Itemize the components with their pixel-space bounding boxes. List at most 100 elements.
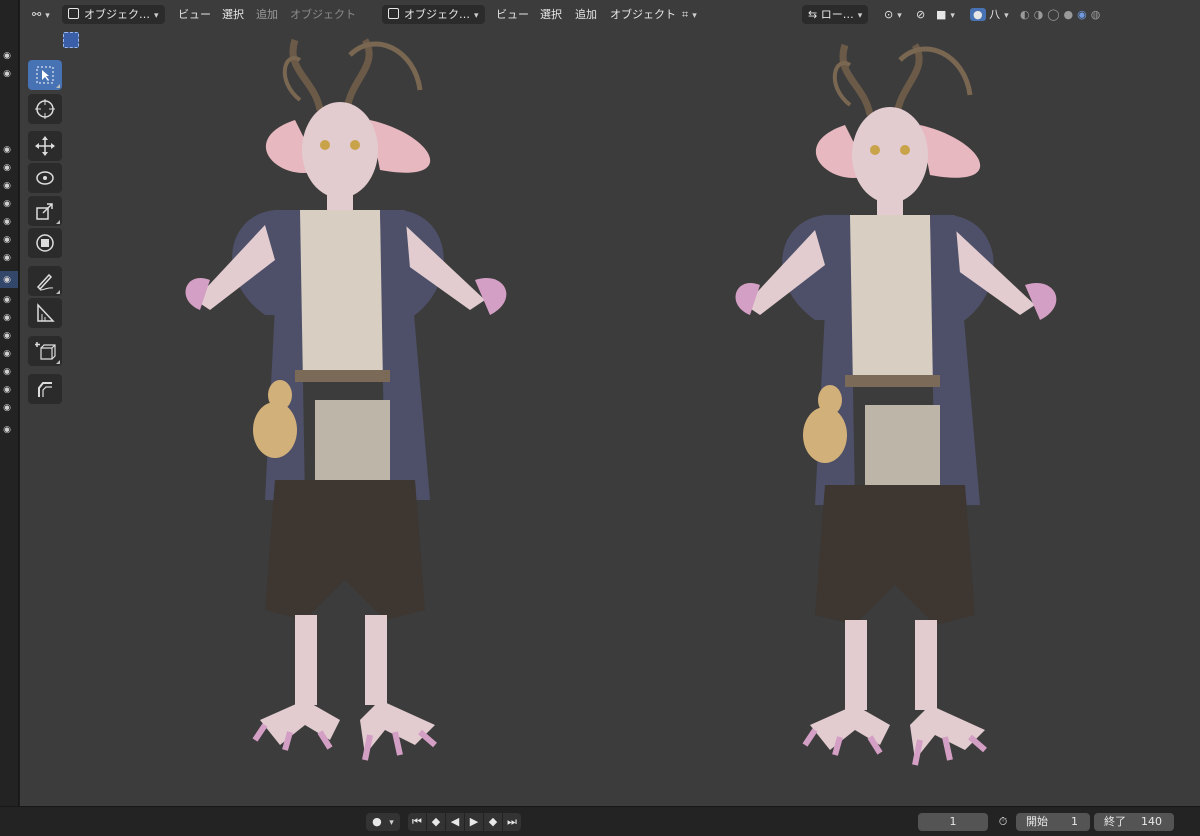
prev-keyframe-button[interactable]: ◆: [427, 813, 445, 831]
outliner-strip: ◉ ◉ ◉ ◉ ◉ ◉ ◉ ◉ ◉ ◉ ◉ ◉ ◉ ◉ ◉ ◉ ◉ ◉: [0, 0, 19, 835]
character-model-right[interactable]: [665, 25, 1095, 795]
tool-edit-bevel[interactable]: [28, 374, 62, 404]
orientation-label: ロー…: [820, 8, 854, 21]
annotate-icon: [36, 273, 54, 291]
visibility-eye-icon[interactable]: ◉: [1, 200, 13, 209]
select-mode-icon[interactable]: [63, 32, 79, 48]
visibility-eye-icon[interactable]: ◉: [1, 386, 13, 395]
rotate-icon: [36, 171, 54, 185]
bevel-icon: [38, 382, 52, 397]
end-frame-field[interactable]: 終了 140: [1094, 813, 1174, 831]
jump-start-icon: ⏮: [412, 815, 422, 828]
second-menu-object[interactable]: オブジェクト: [610, 5, 676, 24]
play-reverse-icon: ◀: [450, 815, 460, 828]
shading-dropdown[interactable]: ● 八 ▾: [970, 5, 1009, 24]
tool-annotate[interactable]: [28, 266, 62, 296]
orientation-icon: ⇆: [808, 8, 818, 21]
shading-label: 八: [989, 8, 1001, 21]
tool-select-box[interactable]: [28, 60, 62, 90]
visibility-eye-icon[interactable]: ◉: [1, 314, 13, 323]
shading-icon: ●: [970, 8, 986, 21]
play-reverse-button[interactable]: ◀: [446, 813, 464, 831]
start-frame-field[interactable]: 開始 1: [1016, 813, 1090, 831]
gizmo-toggle[interactable]: ⌗ ▾: [682, 5, 697, 24]
snap-toggle[interactable]: ⊘: [916, 5, 925, 24]
chevron-down-icon: ▾: [897, 11, 902, 21]
chevron-down-icon: ▾: [1004, 11, 1009, 21]
keying-dropdown[interactable]: ● ▾: [366, 813, 400, 831]
end-value: 140: [1141, 815, 1162, 828]
gizmo-icon: ⌗: [682, 8, 689, 21]
tool-measure[interactable]: [28, 298, 62, 328]
visibility-eye-icon[interactable]: ◉: [1, 426, 13, 435]
object-mode-icon: [68, 8, 79, 19]
3d-viewport[interactable]: ⚯ ▾ オブジェク… ▾ ビュー 選択 追加 オブジェクト オブジェク… ▾ ビュー …: [20, 0, 1200, 806]
chevron-down-icon: ▾: [857, 11, 863, 21]
visibility-eye-icon[interactable]: ◉: [1, 218, 13, 227]
next-keyframe-button[interactable]: ◆: [484, 813, 502, 831]
visibility-eye-icon[interactable]: ◉: [1, 276, 13, 285]
stopwatch-icon[interactable]: ⏱: [992, 813, 1014, 831]
orientation-dropdown[interactable]: ⇆ ロー… ▾: [802, 5, 869, 24]
prev-keyframe-icon: ◆: [431, 815, 441, 828]
overlay-icon: ◐: [1020, 8, 1034, 21]
visibility-eye-icon[interactable]: ◉: [1, 146, 13, 155]
select-box-icon: [36, 66, 54, 84]
add-cube-icon: [35, 342, 56, 360]
proportional-edit-dropdown[interactable]: ■ ▾: [936, 5, 955, 24]
visibility-eye-icon[interactable]: ◉: [1, 404, 13, 413]
timeline-bar: ● ▾ ⏮ ◆ ◀ ▶ ◆ ⏭ 1 ⏱ 開始 1 終了 140: [0, 806, 1200, 836]
tool-scale[interactable]: [28, 196, 62, 226]
chevron-down-icon: ▾: [45, 11, 50, 21]
measure-icon: [37, 303, 55, 322]
visibility-eye-icon[interactable]: ◉: [1, 52, 13, 61]
xray-icon: ◑: [1033, 8, 1048, 21]
character-model-left[interactable]: [115, 20, 545, 790]
editor-type-icon: ⚯: [32, 8, 42, 21]
jump-start-button[interactable]: ⏮: [408, 813, 426, 831]
visibility-eye-icon[interactable]: ◉: [1, 254, 13, 263]
chevron-down-icon: ▾: [692, 11, 697, 21]
chevron-down-icon: ▾: [950, 11, 955, 21]
second-menu-add[interactable]: 追加: [575, 5, 597, 24]
jump-end-button[interactable]: ⏭: [503, 813, 521, 831]
cursor-icon: [35, 99, 55, 119]
current-frame-value: 1: [949, 815, 957, 828]
object-mode-icon: [388, 8, 399, 19]
visibility-eye-icon[interactable]: ◉: [1, 350, 13, 359]
visibility-eye-icon[interactable]: ◉: [1, 70, 13, 79]
tool-move[interactable]: [28, 131, 62, 161]
editor-type-button[interactable]: ⚯ ▾: [32, 5, 50, 24]
tool-rotate[interactable]: [28, 163, 62, 193]
visibility-eye-icon[interactable]: ◉: [1, 368, 13, 377]
overlay-toggles[interactable]: ◐◑◯●◉◍: [1020, 5, 1104, 24]
visibility-eye-icon[interactable]: ◉: [1, 164, 13, 173]
visibility-eye-icon[interactable]: ◉: [1, 182, 13, 191]
start-value: 1: [1071, 815, 1078, 828]
jump-end-icon: ⏭: [507, 815, 517, 828]
visibility-eye-icon[interactable]: ◉: [1, 236, 13, 245]
pivot-icon: ⊙: [884, 8, 894, 21]
end-label: 終了: [1104, 815, 1126, 828]
tool-cursor[interactable]: [28, 94, 62, 124]
move-icon: [35, 136, 55, 156]
next-keyframe-icon: ◆: [488, 815, 498, 828]
tool-transform[interactable]: [28, 228, 62, 258]
current-frame-field[interactable]: 1: [918, 813, 988, 831]
play-icon: ▶: [469, 815, 479, 828]
proportional-edit-icon: ■: [936, 8, 947, 21]
start-label: 開始: [1026, 815, 1048, 828]
transform-icon: [36, 234, 54, 252]
wireframe-shading-icon: ◯: [1047, 8, 1064, 21]
scale-icon: [36, 203, 53, 220]
snap-icon: ⊘: [916, 8, 926, 21]
pivot-dropdown[interactable]: ⊙ ▾: [884, 5, 902, 24]
record-icon: ●: [372, 815, 382, 828]
chevron-down-icon: ▾: [389, 818, 394, 828]
tool-add-cube[interactable]: [28, 336, 62, 366]
rendered-shading-icon: ◍: [1090, 8, 1105, 21]
visibility-eye-icon[interactable]: ◉: [1, 332, 13, 341]
visibility-eye-icon[interactable]: ◉: [1, 296, 13, 305]
play-button[interactable]: ▶: [465, 813, 483, 831]
material-shading-icon: ◉: [1077, 8, 1091, 21]
